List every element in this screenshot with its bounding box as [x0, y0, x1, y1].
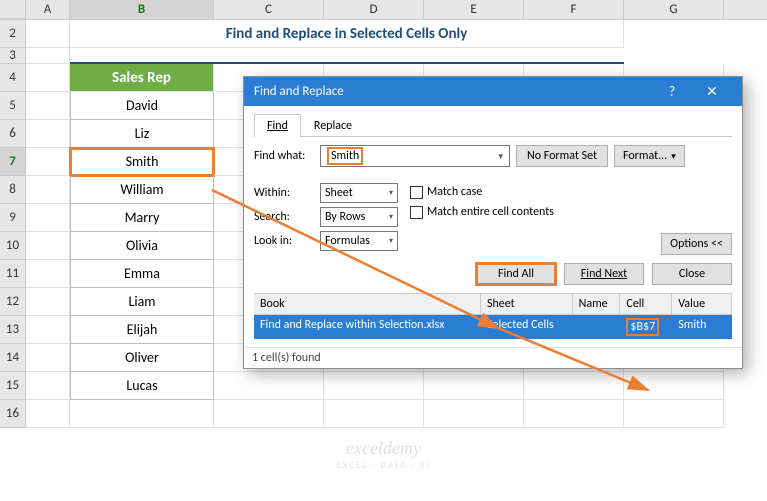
find-replace-dialog: Find and Replace ? ✕ Find Replace Find w… [243, 76, 743, 369]
col-header-d[interactable]: D [324, 0, 424, 19]
results-sheet: Selected Cells [481, 315, 573, 339]
table-row[interactable]: William [70, 176, 214, 204]
table-header[interactable]: Sales Rep [70, 64, 214, 92]
col-header-a[interactable]: A [26, 0, 70, 19]
table-row[interactable]: Emma [70, 260, 214, 288]
table-row[interactable]: Liam [70, 288, 214, 316]
watermark-sub: EXCEL · DATA · BI [336, 460, 430, 471]
close-icon[interactable]: ✕ [692, 83, 732, 100]
dialog-title: Find and Replace [254, 84, 652, 99]
col-header-b[interactable]: B [70, 0, 214, 19]
results-cell: $B$7 [620, 315, 672, 339]
tab-find[interactable]: Find [254, 114, 301, 137]
tab-replace[interactable]: Replace [301, 114, 365, 137]
results-book: Find and Replace within Selection.xlsx [254, 315, 481, 339]
find-what-value: Smith [327, 147, 363, 165]
chevron-down-icon[interactable]: ▾ [498, 151, 503, 162]
row-header[interactable]: 12 [0, 288, 26, 316]
dialog-tabs: Find Replace [254, 114, 732, 137]
find-next-button[interactable]: Find Next [564, 263, 644, 285]
row-header[interactable]: 13 [0, 316, 26, 344]
table-row[interactable]: Marry [70, 204, 214, 232]
match-entire-checkbox[interactable] [410, 206, 423, 219]
table-row-selected[interactable]: Smith [70, 148, 214, 176]
row-header[interactable]: 6 [0, 120, 26, 148]
results-name [573, 315, 621, 339]
table-row[interactable]: David [70, 92, 214, 120]
find-what-label: Find what: [254, 149, 314, 163]
col-header-e[interactable]: E [424, 0, 524, 19]
lookin-label: Look in: [254, 234, 314, 248]
results-header-book[interactable]: Book [254, 294, 481, 314]
table-row[interactable]: Oliver [70, 344, 214, 372]
watermark: exceldemy [346, 438, 421, 459]
col-header-f[interactable]: F [524, 0, 624, 19]
help-icon[interactable]: ? [652, 83, 692, 100]
row-header[interactable]: 14 [0, 344, 26, 372]
options-button[interactable]: Options << [661, 233, 732, 255]
row-header[interactable]: 10 [0, 232, 26, 260]
row-header[interactable]: 4 [0, 64, 26, 92]
table-row[interactable]: Olivia [70, 232, 214, 260]
search-label: Search: [254, 210, 314, 224]
row-header[interactable]: 7 [0, 148, 26, 176]
results-list: Book Sheet Name Cell Value Find and Repl… [254, 293, 732, 339]
column-headers: A B C D E F G [0, 0, 767, 20]
lookin-select[interactable]: Formulas [320, 231, 398, 251]
row-header[interactable]: 2 [0, 20, 26, 48]
close-button[interactable]: Close [652, 263, 732, 285]
row-header[interactable]: 9 [0, 204, 26, 232]
corner-cell[interactable] [0, 0, 26, 19]
results-header-value[interactable]: Value [672, 294, 732, 314]
results-row[interactable]: Find and Replace within Selection.xlsx S… [254, 315, 732, 339]
format-button[interactable]: Format... [614, 145, 685, 167]
table-row[interactable]: Elijah [70, 316, 214, 344]
table-row[interactable]: Liz [70, 120, 214, 148]
row-header[interactable]: 11 [0, 260, 26, 288]
within-select[interactable]: Sheet [320, 183, 398, 203]
find-what-input[interactable]: Smith ▾ [320, 145, 510, 167]
find-all-button[interactable]: Find All [476, 263, 556, 285]
row-header[interactable]: 5 [0, 92, 26, 120]
row-header[interactable]: 15 [0, 372, 26, 400]
results-header-sheet[interactable]: Sheet [481, 294, 573, 314]
row-header[interactable]: 8 [0, 176, 26, 204]
col-header-c[interactable]: C [214, 0, 324, 19]
no-format-button[interactable]: No Format Set [516, 145, 608, 167]
search-select[interactable]: By Rows [320, 207, 398, 227]
results-header-name[interactable]: Name [573, 294, 621, 314]
match-case-checkbox[interactable] [410, 186, 423, 199]
row-header[interactable]: 16 [0, 400, 26, 428]
results-header-cell[interactable]: Cell [620, 294, 672, 314]
col-header-g[interactable]: G [624, 0, 724, 19]
table-row[interactable]: Lucas [70, 372, 214, 400]
match-entire-label: Match entire cell contents [427, 205, 554, 219]
match-case-label: Match case [427, 185, 482, 199]
status-bar: 1 cell(s) found [244, 347, 742, 368]
row-header[interactable]: 3 [0, 48, 26, 64]
within-label: Within: [254, 186, 314, 200]
dialog-titlebar[interactable]: Find and Replace ? ✕ [244, 77, 742, 106]
results-value: Smith [672, 315, 732, 339]
page-title: Find and Replace in Selected Cells Only [70, 20, 624, 48]
